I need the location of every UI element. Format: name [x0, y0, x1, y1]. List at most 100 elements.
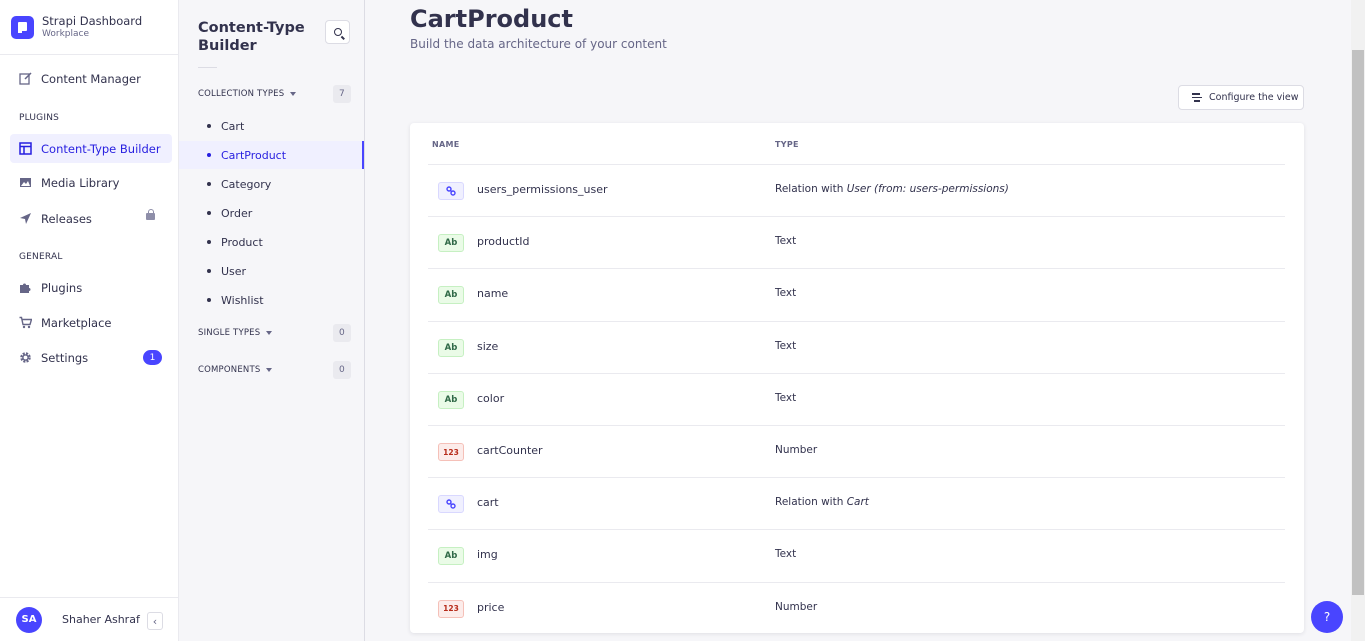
nav-marketplace[interactable]: Marketplace [10, 308, 172, 337]
nav-content-manager-label: Content Manager [41, 71, 141, 86]
collection-types-toggle[interactable]: COLLECTION TYPES 7 [198, 85, 351, 103]
nav-settings[interactable]: Settings 1 [10, 343, 172, 372]
nav-releases-label: Releases [41, 211, 92, 226]
components-count: 0 [333, 361, 351, 379]
cart-icon [19, 316, 32, 329]
sub-nav: Content-Type Builder COLLECTION TYPES 7 … [179, 0, 365, 641]
sub-nav-item-label: Product [221, 235, 263, 249]
main-nav: Strapi Dashboard Workplace Content Manag… [0, 0, 179, 641]
table-row[interactable]: 123 cartCounter Number [428, 425, 1285, 477]
brand-title: Strapi Dashboard [42, 13, 143, 28]
field-name: color [477, 391, 505, 405]
scrollbar-thumb[interactable] [1352, 50, 1364, 595]
field-name: cartCounter [477, 444, 543, 457]
configure-view-label: Configure the view [1209, 92, 1299, 103]
field-type: Number [775, 444, 817, 456]
relation-field-icon [438, 182, 464, 200]
puzzle-icon [19, 281, 32, 294]
field-type-target: Cart [846, 496, 869, 509]
configure-view-button[interactable]: Configure the view [1178, 85, 1304, 110]
layout-icon [19, 142, 32, 155]
field-type: Text [775, 548, 796, 560]
collapse-nav-button[interactable]: ‹ [147, 612, 163, 630]
field-type-text: Relation with [775, 183, 847, 195]
field-type: Number [775, 601, 817, 613]
text-field-icon: Ab [438, 286, 464, 305]
field-name: size [477, 339, 499, 353]
components-toggle[interactable]: COMPONENTS 0 [198, 361, 351, 379]
user-name[interactable]: Shaher Ashraf [62, 613, 140, 626]
nav-plugins[interactable]: Plugins [10, 273, 172, 302]
lock-icon [146, 209, 155, 220]
image-icon [19, 176, 32, 189]
brand[interactable]: Strapi Dashboard Workplace [0, 0, 178, 55]
field-name: productId [477, 235, 530, 249]
field-type-text: Relation with [775, 496, 847, 509]
field-name: users_permissions_user [477, 183, 608, 196]
table-row[interactable]: users_permissions_user Relation with User… [428, 164, 1285, 216]
divider [198, 67, 217, 68]
collection-types-label: COLLECTION TYPES [198, 89, 285, 99]
components-label: COMPONENTS [198, 365, 261, 375]
table-row[interactable]: Ab color Text [428, 372, 1285, 425]
nav-releases[interactable]: Releases [10, 204, 172, 233]
caret-down-icon [266, 368, 273, 372]
sub-nav-search-button[interactable] [325, 20, 350, 44]
table-row[interactable]: Ab productId Text [428, 216, 1285, 268]
column-header-name: NAME [432, 140, 460, 149]
nav-content-type-builder[interactable]: Content-Type Builder [10, 134, 172, 163]
avatar[interactable]: SA [16, 606, 42, 633]
bullet-icon [207, 211, 211, 215]
gear-icon [19, 351, 32, 364]
field-type-text: Number [775, 600, 818, 613]
table-row[interactable]: Ab size Text [428, 320, 1285, 373]
sub-nav-item-label: Order [221, 206, 253, 220]
field-name: name [477, 287, 509, 301]
bullet-icon [207, 298, 211, 302]
single-types-count: 0 [333, 324, 351, 342]
brand-subtitle: Workplace [42, 28, 90, 39]
pencil-icon [19, 72, 32, 85]
paper-plane-icon [19, 212, 32, 225]
nav-marketplace-label: Marketplace [41, 315, 112, 330]
page-subtitle: Build the data architecture of your cont… [410, 37, 667, 51]
bullet-icon [207, 240, 211, 244]
bullet-icon [207, 269, 211, 273]
nav-media-library[interactable]: Media Library [10, 168, 172, 197]
single-types-label: SINGLE TYPES [198, 328, 261, 338]
field-type-text: Text [775, 235, 797, 248]
field-type-text: Number [775, 444, 818, 456]
field-type-text: Text [775, 287, 797, 300]
table-row[interactable]: cart Relation with Cart [428, 477, 1285, 529]
single-types-toggle[interactable]: SINGLE TYPES 0 [198, 324, 351, 342]
sub-nav-item-cartproduct[interactable]: CartProduct [179, 141, 364, 169]
table-row[interactable]: Ab img Text [428, 529, 1285, 581]
sub-nav-item-user[interactable]: User [179, 257, 364, 285]
sub-nav-item-wishlist[interactable]: Wishlist [179, 286, 364, 314]
field-name: img [477, 548, 498, 562]
bullet-icon [207, 124, 211, 128]
sub-nav-title: Content-Type Builder [198, 20, 305, 54]
number-field-icon: 123 [438, 599, 464, 618]
table-row[interactable]: 123 price Number [428, 581, 1285, 634]
sub-nav-item-product[interactable]: Product [179, 228, 364, 256]
field-type: Text [775, 392, 796, 404]
settings-badge: 1 [143, 350, 162, 365]
sub-nav-item-cart[interactable]: Cart [179, 112, 364, 140]
help-button[interactable]: ? [1311, 601, 1343, 633]
caret-down-icon [290, 92, 297, 96]
nav-settings-label: Settings [41, 350, 89, 365]
field-name: price [477, 600, 505, 614]
table-row[interactable]: Ab name Text [428, 268, 1285, 320]
field-type-text: Text [775, 339, 797, 352]
strapi-logo-icon [11, 15, 34, 39]
chevron-left-icon: ‹ [152, 614, 158, 628]
sub-nav-item-order[interactable]: Order [179, 199, 364, 227]
search-icon [333, 28, 342, 36]
collection-types-count: 7 [333, 85, 351, 103]
field-type-target: User (from: users-permissions) [846, 183, 1009, 195]
sub-nav-item-category[interactable]: Category [179, 170, 364, 198]
nav-content-manager[interactable]: Content Manager [10, 64, 172, 93]
caret-down-icon [266, 331, 273, 335]
page-title: CartProduct [410, 5, 573, 33]
